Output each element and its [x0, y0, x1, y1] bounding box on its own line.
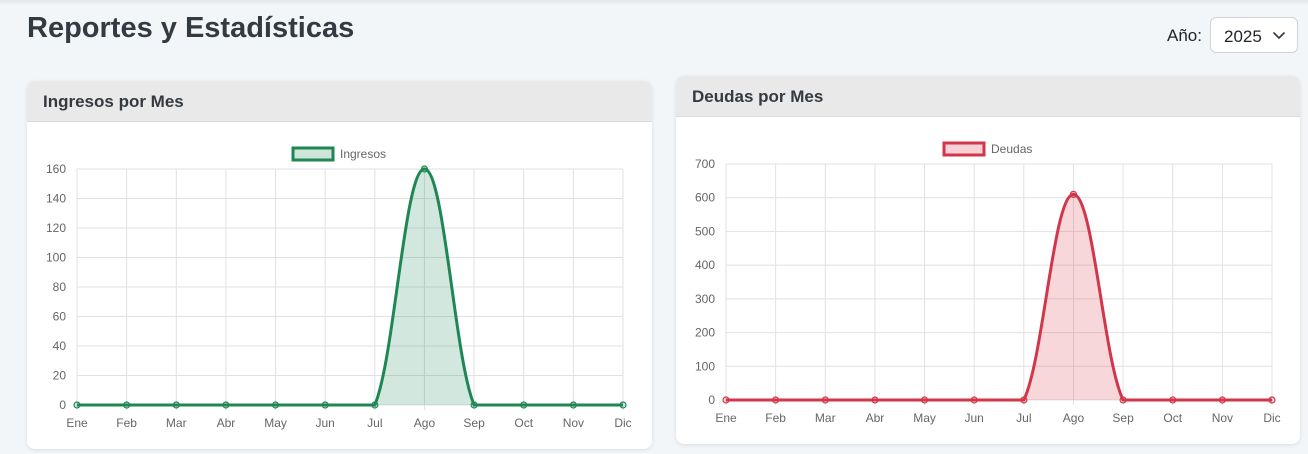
deudas-card: Deudas por Mes 0 100 200 300 400 500 600 700 Ene… — [676, 76, 1300, 444]
x-tick-label: May — [264, 416, 287, 430]
x-tick-label: Jul — [1016, 411, 1031, 425]
ingresos-chart: 0 20 40 60 80 100 120 140 160 Ene Feb Mar Abr May Jun J… — [46, 146, 632, 430]
x-tick-label: Nov — [563, 416, 584, 430]
data-point[interactable] — [470, 401, 478, 409]
x-tick-label: May — [913, 411, 936, 425]
y-tick-label: 20 — [53, 369, 67, 383]
y-tick-label: 500 — [695, 224, 715, 238]
data-point[interactable] — [73, 401, 81, 409]
data-point[interactable] — [871, 396, 879, 404]
ingresos-card: Ingresos por Mes 0 20 40 60 80 100 120 140 160 En… — [27, 81, 652, 449]
x-tick-label: Dic — [1263, 411, 1280, 425]
data-point[interactable] — [619, 401, 627, 409]
data-point[interactable] — [569, 401, 577, 409]
x-tick-label: Abr — [866, 411, 885, 425]
x-tick-label: Abr — [217, 416, 236, 430]
x-tick-label: Jul — [367, 416, 382, 430]
x-tick-label: Ago — [1063, 411, 1085, 425]
data-point[interactable] — [1169, 396, 1177, 404]
data-point[interactable] — [1020, 396, 1028, 404]
y-tick-label: 200 — [695, 326, 715, 340]
legend-swatch — [291, 146, 335, 162]
x-tick-label: Jun — [316, 416, 335, 430]
x-tick-label: Sep — [1112, 411, 1134, 425]
x-tick-label: Feb — [765, 411, 786, 425]
x-tick-label: Mar — [815, 411, 836, 425]
x-tick-label: Feb — [116, 416, 137, 430]
legend[interactable]: Deudas — [942, 141, 1032, 157]
grid — [76, 168, 624, 410]
x-tick-label: Mar — [166, 416, 187, 430]
year-select[interactable]: 2025 — [1210, 17, 1298, 53]
x-tick-label: Ene — [66, 416, 88, 430]
data-point[interactable] — [970, 396, 978, 404]
x-tick-label: Oct — [1163, 411, 1182, 425]
top-shadow — [0, 0, 1308, 6]
series-area — [726, 194, 1272, 400]
data-point[interactable] — [172, 401, 180, 409]
y-tick-label: 60 — [53, 310, 67, 324]
data-point[interactable] — [371, 401, 379, 409]
data-point[interactable] — [123, 401, 131, 409]
x-tick-label: Ago — [414, 416, 436, 430]
data-point[interactable] — [1218, 396, 1226, 404]
y-tick-label: 160 — [46, 162, 66, 176]
y-tick-label: 0 — [59, 398, 66, 412]
data-point[interactable] — [222, 401, 230, 409]
data-point[interactable] — [271, 401, 280, 409]
data-point[interactable] — [772, 396, 780, 404]
legend-label: Deudas — [991, 142, 1032, 156]
year-select-value: 2025 — [1224, 27, 1262, 46]
year-label: Año: — [1167, 26, 1202, 45]
y-tick-label: 80 — [53, 280, 67, 294]
data-point[interactable] — [1069, 190, 1078, 198]
y-tick-label: 140 — [46, 192, 66, 206]
data-point[interactable] — [920, 396, 929, 404]
data-point[interactable] — [321, 401, 329, 409]
y-tick-label: 100 — [46, 251, 66, 265]
x-tick-label: Jun — [965, 411, 984, 425]
data-point[interactable] — [722, 396, 730, 404]
x-tick-label: Sep — [463, 416, 485, 430]
y-tick-label: 600 — [695, 191, 715, 205]
series-line — [726, 192, 1272, 402]
x-tick-label: Nov — [1212, 411, 1233, 425]
page-title: Reportes y Estadísticas — [27, 12, 355, 44]
x-tick-label: Oct — [514, 416, 533, 430]
data-point[interactable] — [1268, 396, 1276, 404]
y-tick-label: 700 — [695, 157, 715, 171]
y-tick-label: 100 — [695, 359, 715, 373]
data-point[interactable] — [420, 165, 429, 173]
y-tick-label: 400 — [695, 258, 715, 272]
legend-label: Ingresos — [340, 147, 386, 161]
data-point[interactable] — [821, 396, 829, 404]
grid — [725, 163, 1273, 405]
legend[interactable]: Ingresos — [291, 146, 386, 162]
data-point[interactable] — [520, 401, 528, 409]
y-tick-label: 300 — [695, 292, 715, 306]
legend-swatch — [942, 141, 986, 157]
y-tick-label: 40 — [53, 339, 67, 353]
data-point[interactable] — [1119, 396, 1127, 404]
x-tick-label: Ene — [715, 411, 737, 425]
y-tick-label: 0 — [708, 393, 715, 407]
x-tick-label: Dic — [614, 416, 631, 430]
deudas-chart: 0 100 200 300 400 500 600 700 Ene Feb Mar Abr May Jun… — [695, 141, 1281, 425]
chevron-down-icon — [1273, 32, 1285, 39]
y-tick-label: 120 — [46, 221, 66, 235]
